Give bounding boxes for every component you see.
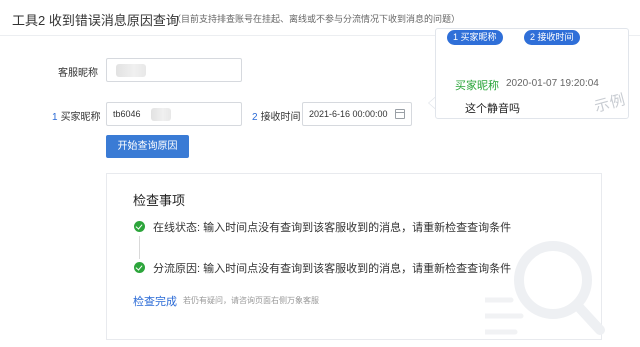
- example-message: 这个静音吗: [465, 103, 520, 115]
- time-step-number: 2: [252, 112, 258, 123]
- example-time: 2020-01-07 19:20:04: [506, 78, 599, 89]
- page-subtitle: （目前支持排查账号在挂起、离线或不参与分流情况下收到消息的问题）: [172, 14, 461, 24]
- check-complete-label: 检查完成: [133, 296, 177, 308]
- timeline-connector: [139, 236, 140, 259]
- check-complete-note: 若仍有疑问，请咨询页面右侧万象客服: [183, 296, 319, 305]
- check-icon: [134, 221, 145, 232]
- check-icon: [134, 262, 145, 273]
- redacted-value: [116, 64, 146, 77]
- search-illustration-icon: [485, 241, 605, 335]
- kefu-nickname-label-text: 客服昵称: [58, 68, 98, 79]
- receive-time-label-text: 接收时间: [260, 112, 301, 123]
- buyer-nickname-label-text: 买家昵称: [60, 112, 101, 123]
- page: 工具2 收到错误消息原因查询 （目前支持排查账号在挂起、离线或不参与分流情况下收…: [0, 0, 640, 347]
- result-title: 检查事项: [133, 193, 186, 208]
- receive-time-input[interactable]: 2021-6-16 00:00:00: [302, 102, 412, 126]
- check-item-online-status: 在线状态: 输入时间点没有查询到该客服收到的消息，请重新检查查询条件: [153, 222, 512, 234]
- redacted-value: [151, 108, 171, 121]
- example-nickname: 买家昵称: [455, 80, 499, 92]
- buyer-nickname-label: 1 买家昵称: [52, 108, 101, 123]
- calendar-icon[interactable]: [395, 109, 405, 119]
- kefu-nickname-label: 客服昵称: [58, 64, 98, 79]
- kefu-nickname-input[interactable]: [106, 58, 242, 82]
- buyer-nickname-value: tb6046: [113, 109, 141, 119]
- page-title: 工具2 收到错误消息原因查询: [12, 13, 179, 28]
- start-query-button[interactable]: 开始查询原因: [106, 135, 189, 158]
- pill-receive-time: 2 接收时间: [524, 30, 580, 45]
- receive-time-label: 2 接收时间: [252, 108, 301, 123]
- buyer-step-number: 1: [52, 112, 58, 123]
- check-item-routing-reason: 分流原因: 输入时间点没有查询到该客服收到的消息，请重新检查查询条件: [153, 263, 512, 275]
- buyer-nickname-input[interactable]: tb6046: [106, 102, 242, 126]
- receive-time-value: 2021-6-16 00:00:00: [309, 109, 388, 119]
- pill-buyer-nickname: 1 买家昵称: [447, 30, 503, 45]
